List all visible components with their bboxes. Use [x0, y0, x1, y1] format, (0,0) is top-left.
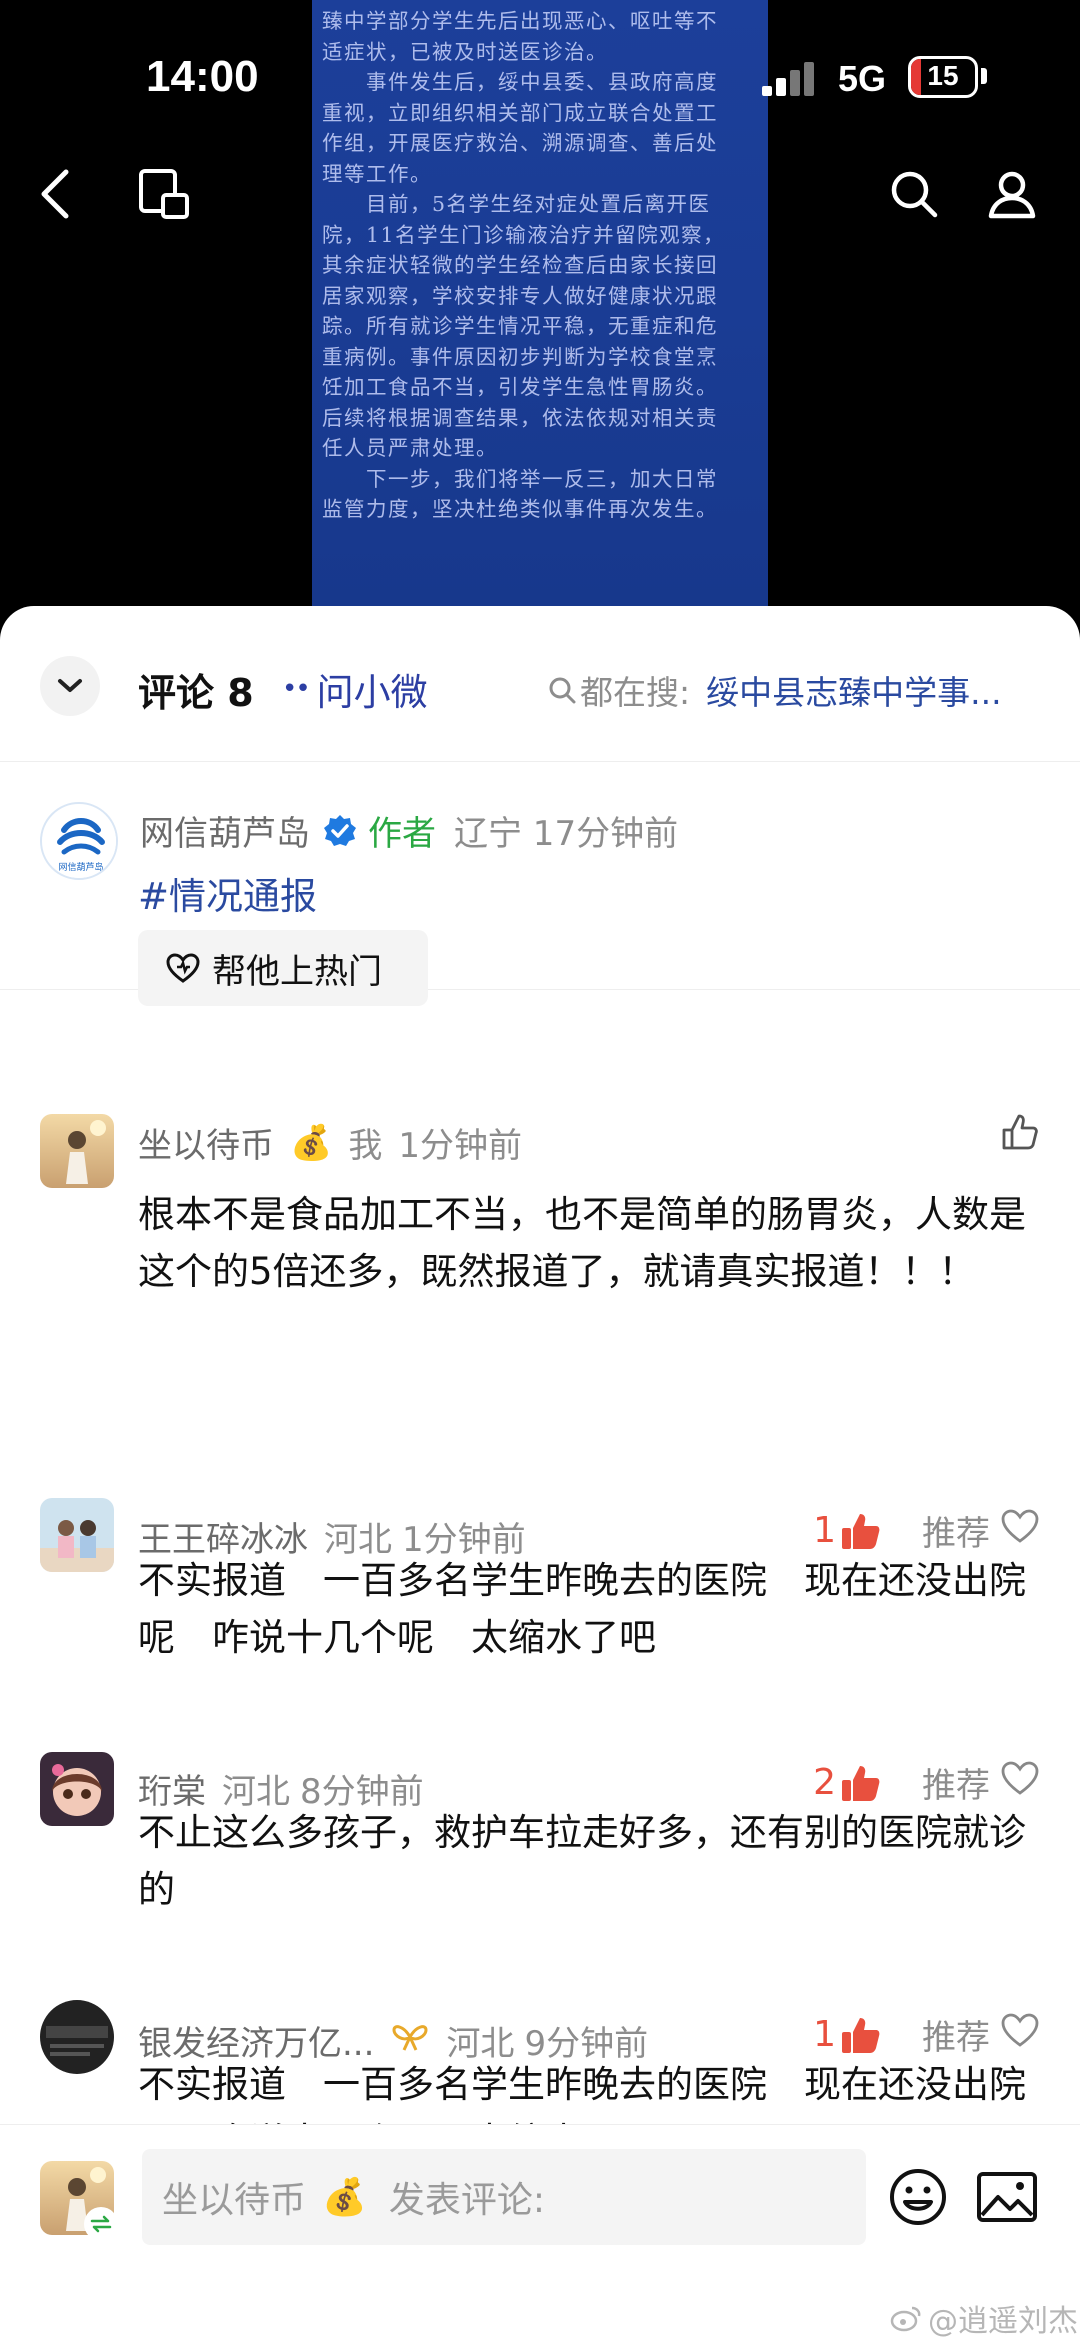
- comment-username[interactable]: 坐以待币: [138, 1118, 274, 1167]
- boost-button[interactable]: 帮他上热门: [138, 930, 428, 1006]
- commenter-avatar[interactable]: [40, 2000, 114, 2074]
- author-tag: 作者: [368, 814, 436, 854]
- author-username[interactable]: 网信葫芦岛: [140, 806, 310, 855]
- notice-image[interactable]: 臻中学部分学生先后出现恶心、呕吐等不 适症状，已被及时送医诊治。 事件发生后，绥…: [312, 0, 768, 610]
- weibo-logo-icon: [890, 2304, 922, 2332]
- commenter-avatar[interactable]: [40, 1752, 114, 1826]
- heart-boost-icon: [166, 953, 200, 983]
- vip-bow-icon: [390, 2021, 430, 2061]
- comment-count: 评论 8: [138, 671, 254, 715]
- heart-outline-icon[interactable]: [1000, 1760, 1040, 1805]
- author-post: 网信葫芦岛 网信葫芦岛 作者 辽宁 17分钟前 #情况通报 帮他上热门: [0, 762, 1080, 1006]
- commenter-avatar[interactable]: [40, 1498, 114, 1572]
- search-icon: [549, 677, 576, 704]
- recommend-label[interactable]: 推荐: [922, 2010, 990, 2059]
- heart-outline-icon[interactable]: [1000, 1508, 1040, 1553]
- switch-account-icon[interactable]: [84, 2207, 118, 2241]
- like-count: 1: [813, 1510, 836, 1551]
- trending-label: 都在搜:: [580, 673, 691, 712]
- heart-outline-icon[interactable]: [1000, 2012, 1040, 2057]
- weibo-watermark: @逍遥刘杰: [890, 2296, 1078, 2340]
- battery-level: 15: [927, 60, 959, 91]
- chevron-down-icon: [58, 679, 82, 692]
- battery-tip: [981, 68, 987, 84]
- author-avatar[interactable]: 网信葫芦岛: [40, 802, 118, 880]
- emoji-icon[interactable]: [888, 2167, 948, 2227]
- like-outline-icon[interactable]: [1000, 1112, 1040, 1161]
- trending-search[interactable]: 都在搜: 绥中县志臻中学事...: [548, 666, 1002, 714]
- ask-ai-label: 问小微: [316, 671, 428, 714]
- money-bag-icon: 💰: [322, 2177, 367, 2218]
- comment-meta: 坐以待币 💰 我 1分钟前: [138, 1118, 522, 1167]
- avatar-logo-text: 网信葫芦岛: [58, 861, 103, 873]
- network-label: 5G: [838, 58, 887, 99]
- status-time: 14:00: [146, 52, 259, 101]
- like-count: 1: [813, 2014, 836, 2055]
- comment-placeholder: 发表评论:: [388, 2180, 545, 2221]
- collapse-button[interactable]: [40, 656, 100, 716]
- comment-actions: 1 推荐: [813, 2010, 1040, 2059]
- my-username: 坐以待币: [162, 2180, 307, 2221]
- recommend-label[interactable]: 推荐: [922, 1506, 990, 1555]
- back-arrow-icon[interactable]: [26, 164, 86, 224]
- comment-item: 王王碎冰冰 河北 1分钟前 1 推荐 不实报道 一百多名学生昨晚去的医院 现在还…: [0, 1498, 1080, 1666]
- post-meta: 辽宁 17分钟前: [454, 814, 679, 854]
- comment-sheet: 评论 8 •• 问小微 都在搜: 绥中县志臻中学事... 网信葫芦岛 网信葫芦岛: [0, 606, 1080, 2347]
- comment-input[interactable]: 坐以待币 💰 发表评论:: [142, 2149, 866, 2245]
- money-bag-icon: 💰: [290, 1122, 333, 1163]
- media-viewer: 臻中学部分学生先后出现恶心、呕吐等不 适症状，已被及时送医诊治。 事件发生后，绥…: [0, 0, 1080, 610]
- comment-item: 珩棠 河北 8分钟前 2 推荐 不止这么多孩子，救护车拉走好多，还有别的医院就诊…: [0, 1752, 1080, 1918]
- self-badge: 我: [348, 1126, 383, 1166]
- recommend-label[interactable]: 推荐: [922, 1758, 990, 1807]
- ai-dots-icon: ••: [282, 674, 311, 704]
- trending-query: 绥中县志臻中学事...: [706, 673, 1002, 712]
- comment-text: 不止这么多孩子，救护车拉走好多，还有别的医院就诊的: [138, 1811, 1026, 1911]
- verified-badge-icon: [322, 813, 358, 849]
- person-icon[interactable]: [982, 164, 1042, 224]
- watermark-text: @逍遥刘杰: [928, 2304, 1078, 2339]
- search-icon[interactable]: [884, 164, 944, 224]
- floating-window-icon[interactable]: [134, 164, 194, 224]
- like-filled-icon[interactable]: [840, 1511, 882, 1551]
- comment-header: 评论 8 •• 问小微 都在搜: 绥中县志臻中学事...: [0, 606, 1080, 762]
- like-filled-icon[interactable]: [840, 1763, 882, 1803]
- comment-text: 不实报道 一百多名学生昨晚去的医院 现在还没出院呢 咋说十几个呢 太缩水了吧: [138, 1559, 1026, 1659]
- signal-icon: [762, 60, 822, 96]
- like-filled-icon[interactable]: [840, 2015, 882, 2055]
- author-meta: 网信葫芦岛 作者 辽宁 17分钟前: [140, 806, 678, 855]
- my-avatar[interactable]: [40, 2161, 118, 2241]
- commenter-avatar[interactable]: [40, 1114, 114, 1188]
- ask-ai-link[interactable]: •• 问小微: [282, 662, 428, 716]
- image-icon[interactable]: [976, 2171, 1038, 2223]
- comment-time: 1分钟前: [398, 1126, 522, 1166]
- comment-actions: [1000, 1112, 1040, 1161]
- comment-item: 坐以待币 💰 我 1分钟前 根本不是食品加工不当，也不是简单的肠胃炎，人数是这个…: [0, 1112, 1080, 1312]
- boost-label: 帮他上热门: [212, 951, 382, 992]
- comment-actions: 1 推荐: [813, 1506, 1040, 1555]
- post-hashtag[interactable]: #情况通报: [138, 866, 317, 920]
- notice-image-text: 臻中学部分学生先后出现恶心、呕吐等不 适症状，已被及时送医诊治。 事件发生后，绥…: [322, 9, 726, 521]
- comment-text: 根本不是食品加工不当，也不是简单的肠胃炎，人数是这个的5倍还多，既然报道了，就请…: [138, 1193, 1026, 1293]
- comment-item: 银发经济万亿... 河北 9分钟前 1 推荐 不实报道 一百多名学生昨晚去的医院…: [0, 2000, 1080, 2163]
- comment-actions: 2 推荐: [813, 1758, 1040, 1807]
- battery-icon: 15: [908, 56, 978, 98]
- like-count: 2: [813, 1762, 836, 1803]
